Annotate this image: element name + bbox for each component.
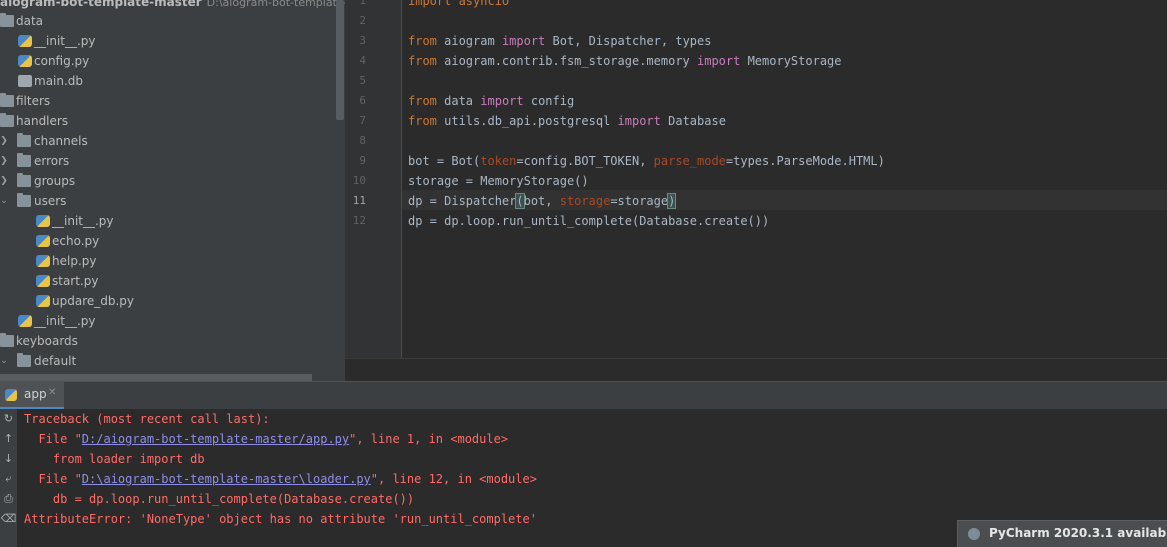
chevron-right-icon[interactable]: ❯ — [0, 131, 9, 151]
file-link[interactable]: D:\aiogram-bot-template-master\loader.py — [82, 472, 371, 486]
python-file-icon — [36, 235, 50, 247]
folder-icon — [0, 113, 14, 127]
tree-item-label: echo.py — [52, 234, 100, 248]
project-tree[interactable]: aiogram-bot-template-master D:\aiogram-bo… — [0, 0, 345, 381]
tree-horizontal-scrollbar[interactable] — [0, 374, 312, 381]
line-number-current: 11 — [352, 194, 366, 207]
folder-icon — [0, 333, 14, 347]
line-number: 8 — [359, 134, 366, 147]
tree-item-label: data — [16, 14, 44, 28]
run-tab-label: app — [24, 387, 47, 401]
code-editor[interactable]: import asyncio from aiogram import Bot, … — [402, 0, 1167, 358]
python-file-icon — [36, 255, 50, 267]
tree-item-label: default — [34, 354, 77, 368]
code-line-1: import asyncio — [408, 0, 510, 8]
trash-icon[interactable]: ⌫ — [0, 509, 17, 529]
tree-item-label: updare_db.py — [52, 294, 135, 308]
tree-item-label: users — [34, 194, 67, 208]
matched-paren: ) — [667, 193, 677, 209]
run-tab-app[interactable]: app ✕ — [0, 382, 64, 409]
line-number: 5 — [359, 74, 366, 87]
tree-item-label: filters — [16, 94, 51, 108]
tree-item-label: __init__.py — [34, 314, 96, 328]
info-icon — [968, 528, 980, 540]
chevron-right-icon[interactable]: ❯ — [0, 171, 9, 191]
tree-vertical-scrollbar[interactable] — [336, 0, 344, 120]
python-file-icon — [18, 55, 32, 67]
soft-wrap-icon[interactable]: ⤶ — [0, 469, 17, 489]
code-line-11: dp = Dispatcher(bot, storage=storage) — [408, 193, 677, 209]
console-line: Traceback (most recent call last): — [24, 412, 270, 426]
tree-item-label: config.py — [34, 54, 90, 68]
run-toolbar: ↻ ↑ ↓ ⤶ ⎙ ⌫ — [0, 409, 17, 547]
console-line: File "D:/aiogram-bot-template-master/app… — [24, 432, 509, 446]
matched-paren: ( — [515, 193, 525, 209]
file-link[interactable]: D:/aiogram-bot-template-master/app.py — [82, 432, 349, 446]
tree-item-label: __init__.py — [34, 34, 96, 48]
folder-icon — [0, 13, 14, 27]
line-number: 6 — [359, 94, 366, 107]
tree-item-label: start.py — [52, 274, 99, 288]
tree-item-label: help.py — [52, 254, 97, 268]
tree-item-label: handlers — [16, 114, 69, 128]
chevron-down-icon[interactable]: ⌄ — [0, 351, 9, 371]
chevron-right-icon[interactable]: ❯ — [0, 151, 9, 171]
code-line-3: from aiogram import Bot, Dispatcher, typ… — [408, 34, 712, 48]
project-root[interactable]: aiogram-bot-template-master D:\aiogram-bo… — [0, 0, 345, 15]
line-number: 10 — [352, 174, 366, 187]
line-number: 9 — [359, 154, 366, 167]
tree-item-label: __init__.py — [52, 214, 114, 228]
folder-icon — [17, 193, 31, 207]
close-icon[interactable]: ✕ — [48, 387, 56, 398]
tree-item-label: errors — [34, 154, 70, 168]
arrow-up-icon[interactable]: ↑ — [0, 429, 17, 449]
python-icon — [5, 389, 17, 401]
console-line: File "D:\aiogram-bot-template-master\loa… — [24, 472, 537, 486]
chevron-down-icon[interactable]: ⌄ — [0, 191, 9, 211]
line-number: 1 — [359, 0, 366, 7]
tree-item-label: channels — [34, 134, 88, 148]
rerun-icon[interactable]: ↻ — [0, 409, 17, 429]
database-file-icon — [18, 75, 32, 87]
line-number: 2 — [359, 14, 366, 27]
arrow-down-icon[interactable]: ↓ — [0, 449, 17, 469]
line-number: 7 — [359, 114, 366, 127]
tree-item-label: groups — [34, 174, 76, 188]
code-line-9: bot = Bot(token=config.BOT_TOKEN, parse_… — [408, 154, 885, 168]
python-file-icon — [36, 275, 50, 287]
tree-item-label: main.db — [34, 74, 84, 88]
code-line-4: from aiogram.contrib.fsm_storage.memory … — [408, 54, 842, 68]
folder-icon — [0, 93, 14, 107]
editor-footer — [345, 358, 1167, 382]
code-line-6: from data import config — [408, 94, 575, 108]
folder-icon — [17, 173, 31, 187]
console-line: from loader import db — [24, 452, 205, 466]
python-file-icon — [36, 215, 50, 227]
line-number-gutter[interactable]: 1 2 3 4 5 6 7 8 9 10 11 12 — [345, 0, 402, 358]
line-number: 12 — [352, 214, 366, 227]
line-number: 3 — [359, 34, 366, 47]
update-notification[interactable]: PyCharm 2020.3.1 available — [957, 520, 1167, 547]
update-notification-text: PyCharm 2020.3.1 available — [989, 526, 1167, 540]
python-file-icon — [18, 315, 32, 327]
run-tool-window-header: app ✕ — [0, 381, 1167, 409]
print-icon[interactable]: ⎙ — [0, 489, 17, 509]
python-file-icon — [18, 35, 32, 47]
python-file-icon — [36, 295, 50, 307]
folder-icon — [17, 153, 31, 167]
console-line-error: AttributeError: 'NoneType' object has no… — [24, 512, 537, 526]
folder-icon — [17, 353, 31, 367]
project-root-path: D:\aiogram-bot-template-maste — [206, 0, 345, 9]
line-number: 4 — [359, 54, 366, 67]
code-line-12: dp = dp.loop.run_until_complete(Database… — [408, 214, 770, 228]
code-line-10: storage = MemoryStorage() — [408, 174, 589, 188]
folder-icon — [17, 133, 31, 147]
project-root-name: aiogram-bot-template-master — [0, 0, 202, 9]
console-line: db = dp.loop.run_until_complete(Database… — [24, 492, 415, 506]
code-line-7: from utils.db_api.postgresql import Data… — [408, 114, 726, 128]
tree-item-label: keyboards — [16, 334, 78, 348]
